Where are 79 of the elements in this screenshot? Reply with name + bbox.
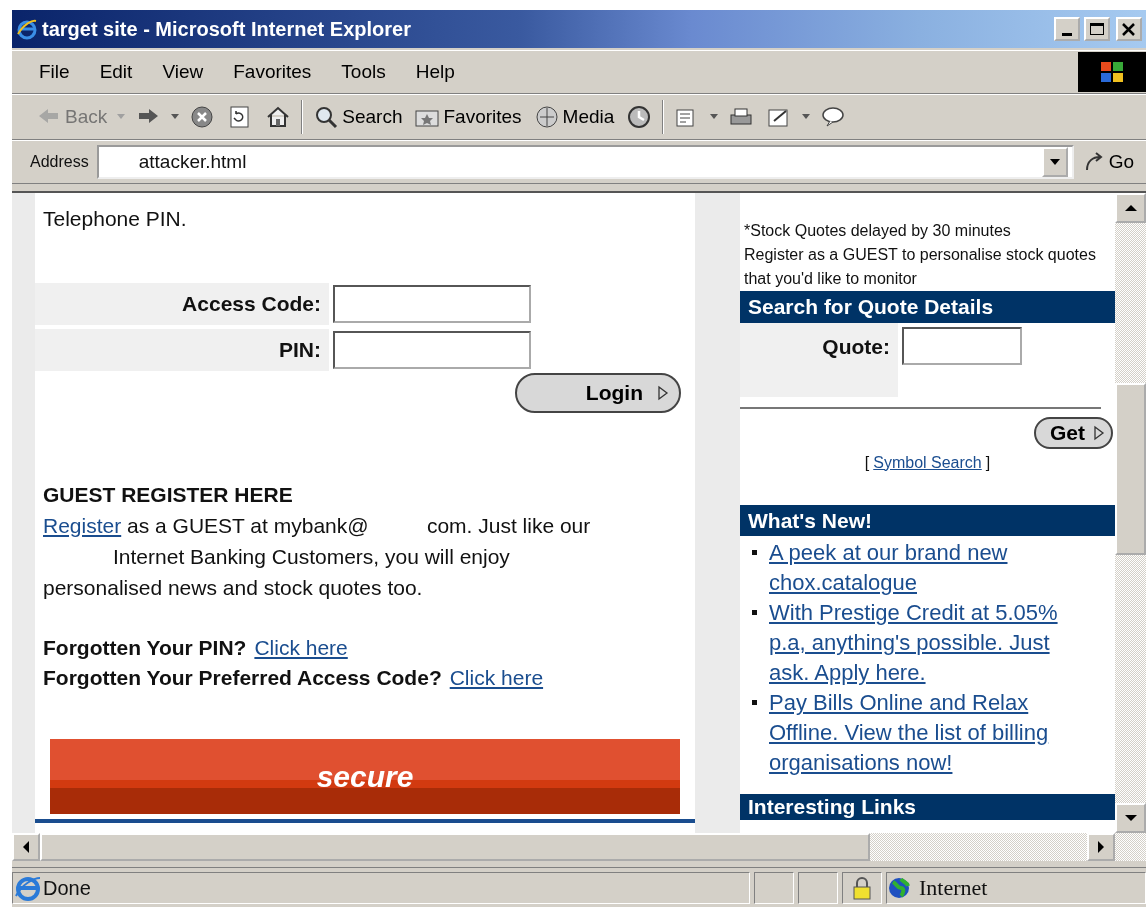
status-text: Done: [43, 875, 91, 901]
login-button[interactable]: Login: [515, 372, 681, 413]
scroll-down-button[interactable]: [1115, 803, 1146, 833]
bracket-text: ]: [985, 452, 991, 473]
favorites-button[interactable]: Favorites: [408, 102, 528, 132]
register-link[interactable]: Register: [43, 514, 122, 537]
windows-logo-icon: [1078, 52, 1146, 92]
news-link[interactable]: A peek at our brand new chox.catalogue: [769, 538, 1089, 598]
right-arrow-icon: [1097, 840, 1105, 854]
register-paragraph: Register as a GUEST at mybank@ com. Just like our Internet Banking Customers, you will enjoy personalised news and stock quotes too.: [43, 513, 592, 601]
dropdown-caret-icon[interactable]: [709, 114, 720, 120]
news-link[interactable]: Pay Bills Online and Relax Offline. View the list of billing organisations now!: [769, 688, 1089, 778]
play-triangle-icon: [657, 384, 669, 401]
up-arrow-icon: [1123, 204, 1138, 212]
field-label: PIN:: [35, 328, 329, 371]
scroll-up-button[interactable]: [1115, 193, 1146, 223]
click-here-link[interactable]: Click here: [254, 633, 348, 663]
down-arrow-icon: [1123, 814, 1138, 822]
clock-icon: [626, 105, 653, 129]
section-heading: GUEST REGISTER HERE: [43, 481, 294, 508]
quote-field[interactable]: [902, 326, 1022, 365]
status-pane: [798, 871, 838, 904]
get-button[interactable]: Get: [1034, 416, 1113, 449]
stop-icon: [189, 105, 216, 129]
close-button[interactable]: [1116, 17, 1142, 41]
scroll-left-button[interactable]: [12, 833, 40, 861]
forgotten-label: Forgotten Your Preferred Access Code?: [43, 665, 442, 691]
dropdown-caret-icon[interactable]: [801, 114, 812, 120]
bracket-text: [: [864, 452, 870, 473]
menu-item[interactable]: View: [147, 57, 219, 87]
news-link[interactable]: With Prestige Credit at 5.05% p.a, anything's possible. Just ask. Apply here.: [769, 598, 1089, 688]
caret-icon: [1048, 158, 1061, 166]
field-label: Access Code:: [35, 282, 329, 325]
bullet-icon: [752, 700, 757, 705]
globe-icon: [887, 875, 911, 900]
scroll-thumb[interactable]: [1115, 383, 1146, 555]
section-heading: Search for Quote Details: [740, 291, 1115, 323]
section-heading: Interesting Links: [740, 794, 1115, 820]
media-button[interactable]: Media: [527, 102, 621, 132]
symbol-search-link[interactable]: Symbol Search: [873, 450, 982, 475]
minimize-icon: [1062, 32, 1072, 36]
globe-icon: [533, 105, 560, 129]
play-triangle-icon: [1093, 424, 1105, 441]
forgotten-label: Forgotten Your PIN?: [43, 635, 247, 661]
scroll-right-button[interactable]: [1087, 833, 1115, 861]
input-field[interactable]: [333, 284, 531, 323]
address-label: Address: [30, 152, 89, 172]
section-heading: What's New!: [740, 504, 1115, 536]
menu-item[interactable]: Favorites: [218, 57, 327, 87]
maximize-button[interactable]: [1084, 17, 1110, 41]
padlock-icon: [851, 874, 873, 901]
dropdown-button[interactable]: [1041, 147, 1068, 177]
click-here-link[interactable]: Click here: [449, 663, 544, 693]
note-text: *Stock Quotes delayed by 30 minutes: [744, 221, 1012, 241]
menu-item[interactable]: Edit: [84, 57, 148, 87]
intro-text: Telephone PIN.: [43, 206, 188, 232]
dropdown-caret-icon[interactable]: [170, 114, 181, 120]
speech-bubble-icon: [820, 105, 847, 129]
close-icon: [1120, 20, 1138, 38]
field-label: Quote:: [740, 322, 898, 397]
window-title: target site - Microsoft Internet Explorer: [42, 17, 411, 42]
bullet-icon: [752, 550, 757, 555]
browser-logo-icon: [16, 18, 38, 40]
left-arrow-icon: [22, 840, 30, 854]
menu-item[interactable]: File: [24, 57, 85, 87]
menu-item[interactable]: Tools: [326, 57, 401, 87]
menu-item[interactable]: Help: [400, 57, 470, 87]
search-button[interactable]: Search: [307, 102, 409, 132]
search-icon: [313, 105, 340, 129]
note-text: Register as a GUEST to personalise stock quotes that you'd like to monitor: [744, 245, 1097, 289]
zone-text: Internet: [919, 874, 988, 902]
secure-banner: secure: [50, 739, 680, 814]
address-field[interactable]: attacker.html: [96, 145, 1074, 179]
scroll-thumb[interactable]: [40, 833, 870, 861]
minimize-button[interactable]: [1054, 17, 1080, 41]
bullet-icon: [752, 610, 757, 615]
input-field[interactable]: [333, 330, 531, 369]
status-pane: [754, 871, 794, 904]
go-button[interactable]: Go: [1075, 147, 1140, 177]
